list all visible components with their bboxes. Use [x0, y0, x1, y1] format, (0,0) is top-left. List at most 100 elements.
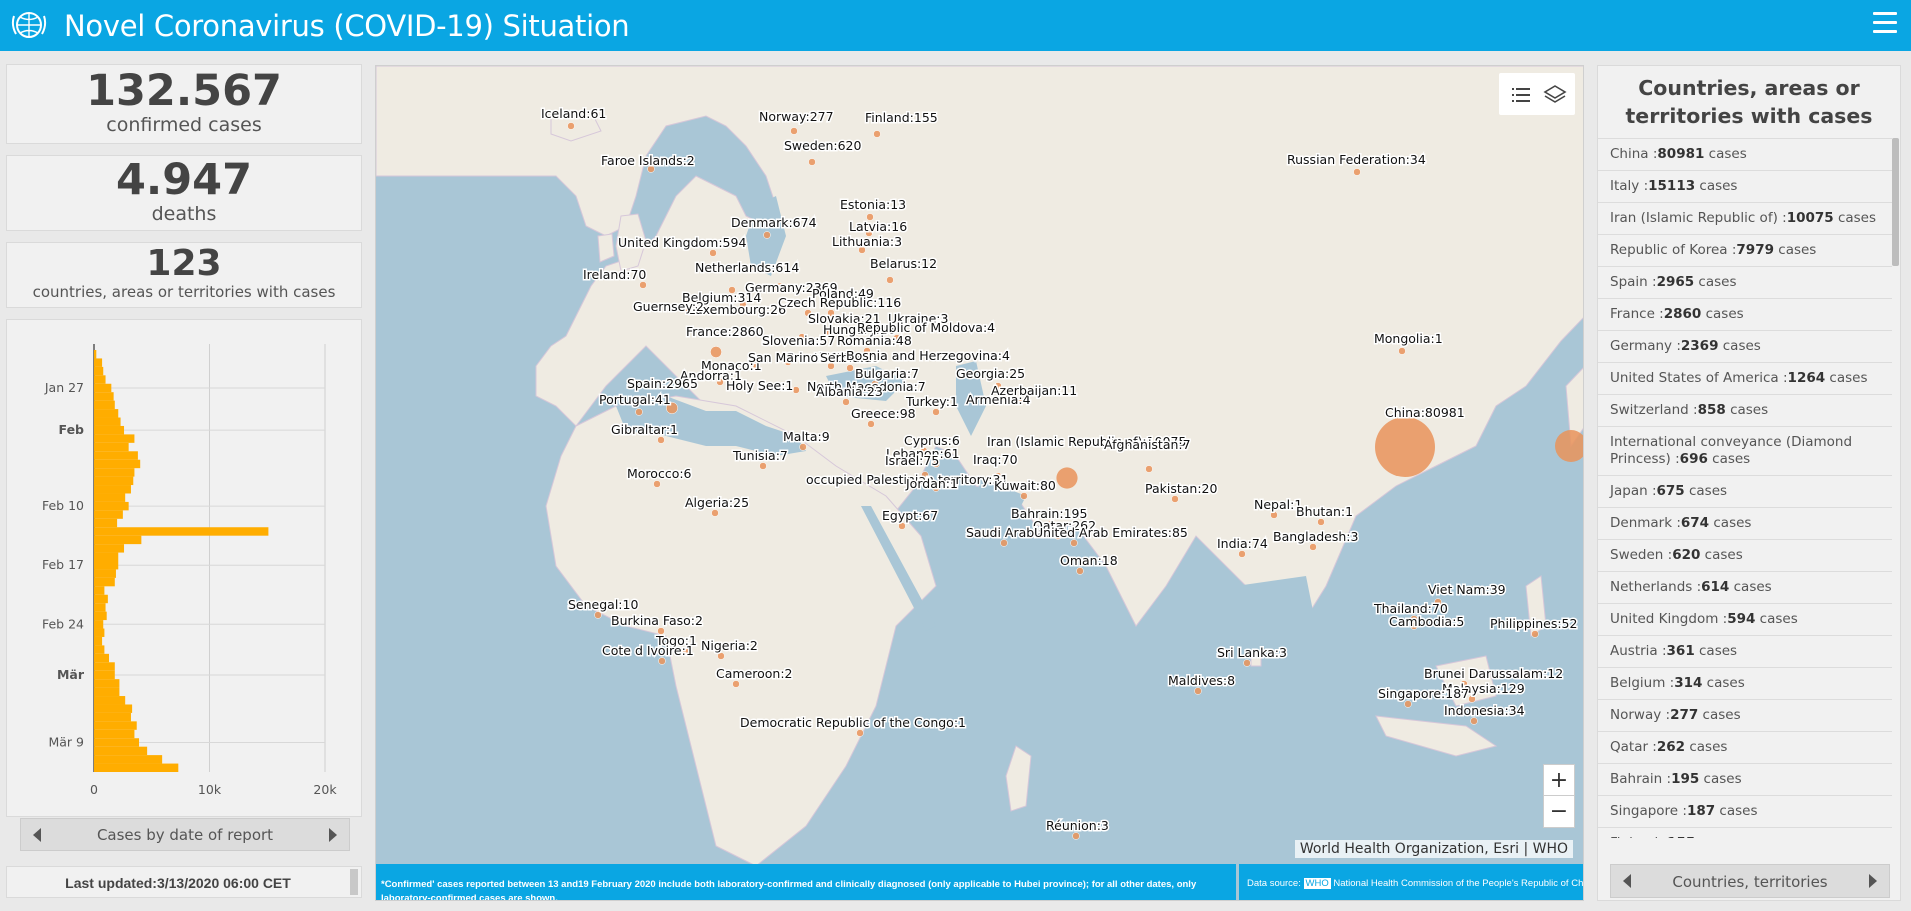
case-bubble[interactable]	[1243, 659, 1251, 667]
case-bubble[interactable]	[1555, 430, 1584, 462]
bar-feb-2[interactable]	[94, 434, 135, 443]
country-list-item[interactable]: Germany :2369 cases	[1598, 330, 1892, 362]
bar-feb-24[interactable]	[94, 620, 104, 629]
case-bubble[interactable]	[639, 281, 647, 289]
bar-mär-8[interactable]	[94, 729, 135, 739]
country-list-item[interactable]: Bahrain :195 cases	[1598, 763, 1892, 795]
last-updated-scrollbar[interactable]	[350, 869, 358, 895]
bar-feb-13[interactable]	[94, 527, 269, 536]
country-list-item[interactable]: Republic of Korea :7979 cases	[1598, 234, 1892, 266]
country-list-item[interactable]: Qatar :262 cases	[1598, 731, 1892, 763]
list-next-arrow-icon[interactable]	[1869, 874, 1877, 888]
case-bubble[interactable]	[1470, 717, 1478, 725]
case-bubble[interactable]	[1145, 465, 1153, 473]
bar-jan-26[interactable]	[94, 375, 106, 384]
bar-feb-9[interactable]	[94, 493, 126, 502]
who-link[interactable]: WHO	[1303, 878, 1331, 889]
bar-feb-11[interactable]	[94, 510, 123, 519]
case-bubble[interactable]	[657, 436, 665, 444]
hamburger-menu-icon[interactable]	[1873, 12, 1897, 36]
bar-jan-28[interactable]	[94, 392, 114, 401]
bar-mär-1[interactable]	[94, 670, 115, 680]
bar-mär-9[interactable]	[94, 738, 140, 747]
case-bubble[interactable]	[1070, 539, 1078, 547]
bar-feb-21[interactable]	[94, 594, 108, 604]
bar-mär-12[interactable]	[94, 763, 179, 772]
case-bubble[interactable]	[886, 276, 894, 284]
case-bubble[interactable]	[856, 729, 864, 737]
bar-feb-7[interactable]	[94, 476, 134, 486]
bar-mär-11[interactable]	[94, 755, 163, 764]
case-bubble[interactable]	[1404, 700, 1412, 708]
country-list-item[interactable]: Italy :15113 cases	[1598, 170, 1892, 202]
zoom-in-button[interactable]: +	[1544, 765, 1574, 796]
bar-mär-2[interactable]	[94, 679, 120, 688]
bar-feb-27[interactable]	[94, 645, 105, 654]
country-list-item[interactable]: Sweden :620 cases	[1598, 539, 1892, 571]
case-bubble[interactable]	[1309, 543, 1317, 551]
layers-icon[interactable]	[1541, 81, 1569, 109]
case-bubble[interactable]	[1238, 550, 1246, 558]
bar-jan-30[interactable]	[94, 409, 119, 418]
bar-feb-12[interactable]	[94, 518, 118, 528]
bar-jan-23[interactable]	[94, 350, 97, 359]
bar-feb-16[interactable]	[94, 552, 119, 561]
case-bubble[interactable]	[932, 408, 940, 416]
case-bubble[interactable]	[1270, 511, 1278, 519]
country-list-item[interactable]: Denmark :674 cases	[1598, 507, 1892, 539]
case-bubble[interactable]	[1398, 347, 1406, 355]
country-list[interactable]: China :80981 cases Italy :15113 cases Iran…	[1598, 138, 1892, 838]
legend-list-icon[interactable]	[1507, 81, 1535, 109]
bar-feb-23[interactable]	[94, 611, 107, 621]
country-list-item[interactable]: International conveyance (Diamond Prince…	[1598, 426, 1892, 475]
map-view[interactable]: Iceland:61 Norway:277 Finland:155 Sweden:62…	[375, 65, 1584, 901]
case-bubble[interactable]	[808, 158, 816, 166]
case-bubble[interactable]	[658, 657, 666, 665]
bar-feb-20[interactable]	[94, 586, 105, 595]
country-list-item[interactable]: Netherlands :614 cases	[1598, 571, 1892, 603]
case-bubble[interactable]	[1000, 539, 1008, 547]
country-list-item[interactable]: Belgium :314 cases	[1598, 667, 1892, 699]
case-bubble[interactable]	[1072, 832, 1080, 840]
country-list-item[interactable]: Singapore :187 cases	[1598, 795, 1892, 827]
case-bubble[interactable]	[711, 509, 719, 517]
country-list-item[interactable]: Switzerland :858 cases	[1598, 394, 1892, 426]
case-bubble[interactable]	[1317, 518, 1325, 526]
bar-feb-4[interactable]	[94, 451, 138, 460]
case-bubble[interactable]	[1353, 168, 1361, 176]
country-list-item[interactable]: China :80981 cases	[1598, 138, 1892, 170]
bar-feb-1[interactable]	[94, 425, 125, 435]
case-bubble[interactable]	[842, 398, 850, 406]
case-bubble[interactable]	[1056, 467, 1078, 489]
world-map[interactable]: Iceland:61 Norway:277 Finland:155Sweden:62…	[376, 66, 1584, 901]
country-list-item[interactable]: United States of America :1264 cases	[1598, 362, 1892, 394]
bar-feb-26[interactable]	[94, 636, 103, 646]
case-bubble[interactable]	[846, 364, 854, 372]
country-list-item[interactable]: Japan :675 cases	[1598, 475, 1892, 507]
bar-mär-3[interactable]	[94, 687, 120, 697]
bar-feb-28[interactable]	[94, 653, 110, 663]
bar-feb-19[interactable]	[94, 577, 115, 587]
country-list-item[interactable]: Austria :361 cases	[1598, 635, 1892, 667]
bar-feb-3[interactable]	[94, 442, 129, 452]
case-bubble[interactable]	[653, 480, 661, 488]
case-bubble[interactable]	[635, 408, 643, 416]
country-list-item[interactable]: United Kingdom :594 cases	[1598, 603, 1892, 635]
case-bubble[interactable]	[1171, 495, 1179, 503]
case-bubble[interactable]	[1468, 695, 1476, 703]
country-list-item[interactable]: Iran (Islamic Republic of) :10075 cases	[1598, 202, 1892, 234]
case-bubble[interactable]	[594, 611, 602, 619]
bar-mär-10[interactable]	[94, 746, 148, 756]
bar-jan-25[interactable]	[94, 366, 104, 376]
case-bubble[interactable]	[1531, 630, 1539, 638]
bar-feb-17[interactable]	[94, 561, 119, 570]
bar-feb-25[interactable]	[94, 628, 105, 637]
country-list-item[interactable]: Norway :277 cases	[1598, 699, 1892, 731]
bar-feb-18[interactable]	[94, 569, 116, 578]
bar-mär-4[interactable]	[94, 696, 126, 705]
bar-mär-7[interactable]	[94, 721, 137, 730]
case-bubble[interactable]	[1194, 687, 1202, 695]
case-bubble[interactable]	[898, 522, 906, 530]
country-list-scrollbar[interactable]	[1892, 138, 1899, 266]
bar-feb-10[interactable]	[94, 501, 129, 511]
